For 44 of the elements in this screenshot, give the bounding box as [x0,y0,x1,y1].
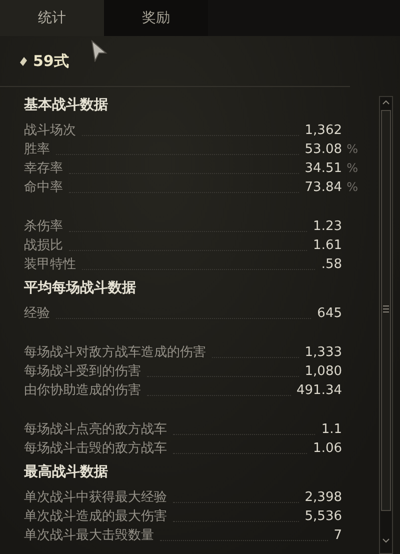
stat-value: .58 [321,256,342,273]
stat-value: 1.1 [321,421,342,438]
stat-label: 战损比 [24,237,63,254]
stat-label: 单次战斗中获得最大经验 [24,489,167,506]
section-title: 平均每场战斗数据 [24,279,137,298]
section-title: 最高战斗数据 [24,462,109,482]
stat-label: 每场战斗击毁的敌方战车 [24,440,167,457]
stat-label: 每场战斗点亮的敌方战车 [24,421,167,438]
stat-value: 1,080 [304,363,342,380]
stat-value: 7 [334,527,342,544]
stat-label: 战斗场次 [24,122,76,139]
stat-value: 34.51 [304,160,342,177]
cursor-icon [90,40,108,62]
section-title: 基本战斗数据 [24,96,109,115]
scrollbar[interactable] [379,96,393,554]
stat-value: 1,362 [304,122,342,139]
stat-label: 经验 [24,305,50,322]
stat-label: 幸存率 [24,160,63,177]
stat-value: 645 [317,305,342,322]
stat-value: 1.06 [313,440,342,457]
stat-value: 491.34 [296,382,342,399]
stat-value: 1.23 [313,218,342,235]
unit-label: % [346,180,358,194]
stat-label: 每场战斗受到的伤害 [24,363,141,380]
stat-value: 53.08 [304,141,342,158]
diamond-icon [20,56,27,66]
unit-label: % [346,142,358,156]
stat-value: 2,398 [304,489,342,506]
stat-label: 单次战斗最大击毁数量 [24,527,154,544]
stat-label: 装甲特性 [24,256,76,273]
tab[interactable]: 统计 [0,0,104,36]
stat-label: 命中率 [24,179,63,196]
stat-label: 由你协助造成的伤害 [24,382,141,399]
tab[interactable]: 奖励 [104,0,208,36]
unit-label: % [346,161,358,175]
stat-value: 5,536 [304,508,342,525]
vehicle-name: 59式 [33,52,69,70]
stat-label: 单次战斗造成的最大伤害 [24,508,167,525]
stat-value: 1.61 [313,237,342,254]
stat-label: 胜率 [24,141,50,158]
stat-label: 每场战斗对敌方战车造成的伤害 [24,344,206,361]
stat-label: 杀伤率 [24,218,63,235]
stat-value: 73.84 [304,179,342,196]
stat-value: 1,333 [304,344,342,361]
